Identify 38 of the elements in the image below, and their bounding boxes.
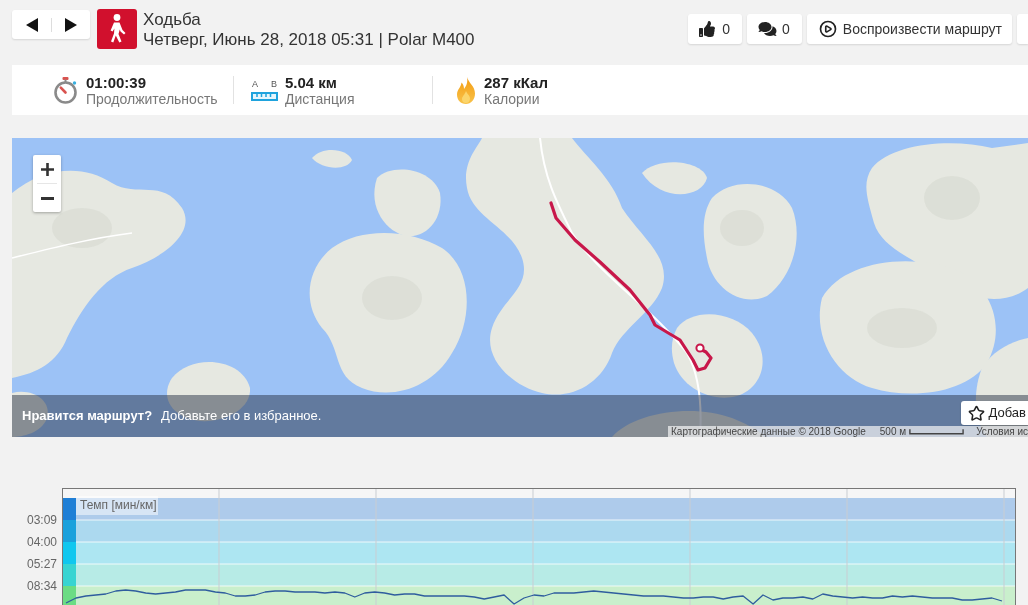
y-axis-label: 04:00 — [26, 535, 57, 549]
replay-route-button[interactable]: Воспроизвести маршрут — [806, 14, 1012, 44]
stat-value: 01:00:39 — [86, 73, 148, 91]
speech-bubbles-icon — [758, 21, 777, 37]
route-point-label: B — [271, 79, 277, 89]
y-axis-label: 08:34 — [26, 579, 57, 593]
comment-button[interactable]: 0 — [747, 14, 802, 44]
map-view[interactable] — [12, 138, 1028, 437]
activity-subtitle: Четверг, Июнь 28, 2018 05:31 | Polar M400 — [143, 30, 475, 50]
play-circle-icon — [818, 20, 837, 38]
y-axis-label: 03:09 — [26, 513, 57, 527]
stat-value: 287 кКал — [484, 73, 548, 91]
like-button[interactable]: 0 — [688, 14, 742, 44]
star-icon — [967, 404, 985, 422]
stat-label: Продолжительность — [86, 90, 218, 107]
flame-icon — [455, 76, 477, 104]
map-data-credit: Картографические данные © 2018 Google — [670, 426, 866, 437]
caret-right-icon — [65, 17, 77, 32]
stopwatch-icon — [52, 76, 79, 104]
scale-bar — [909, 428, 965, 435]
stat-label: Калории — [484, 90, 541, 107]
minus-icon — [40, 196, 54, 200]
y-axis-label: 05:27 — [26, 557, 57, 571]
walking-person-icon — [97, 9, 137, 49]
activity-title: Ходьба — [143, 10, 202, 30]
plus-icon — [40, 162, 54, 176]
add-favorite-button[interactable]: Добав — [960, 401, 1028, 425]
terms-link[interactable]: Условия ис — [976, 426, 1028, 437]
thumbs-up-icon — [699, 21, 716, 37]
scale-label: 500 м — [879, 426, 907, 437]
banner-text: Добавьте его в избранное. — [161, 408, 322, 424]
stat-value: 5.04 км — [285, 73, 338, 91]
ruler-icon — [251, 92, 278, 101]
stat-label: Дистанция — [285, 90, 355, 107]
route-point-label: A — [252, 79, 258, 89]
caret-left-icon — [25, 17, 38, 32]
banner-title: Нравится маршрут? — [22, 408, 153, 424]
chart-legend: Темп [мин/км] — [76, 496, 158, 515]
